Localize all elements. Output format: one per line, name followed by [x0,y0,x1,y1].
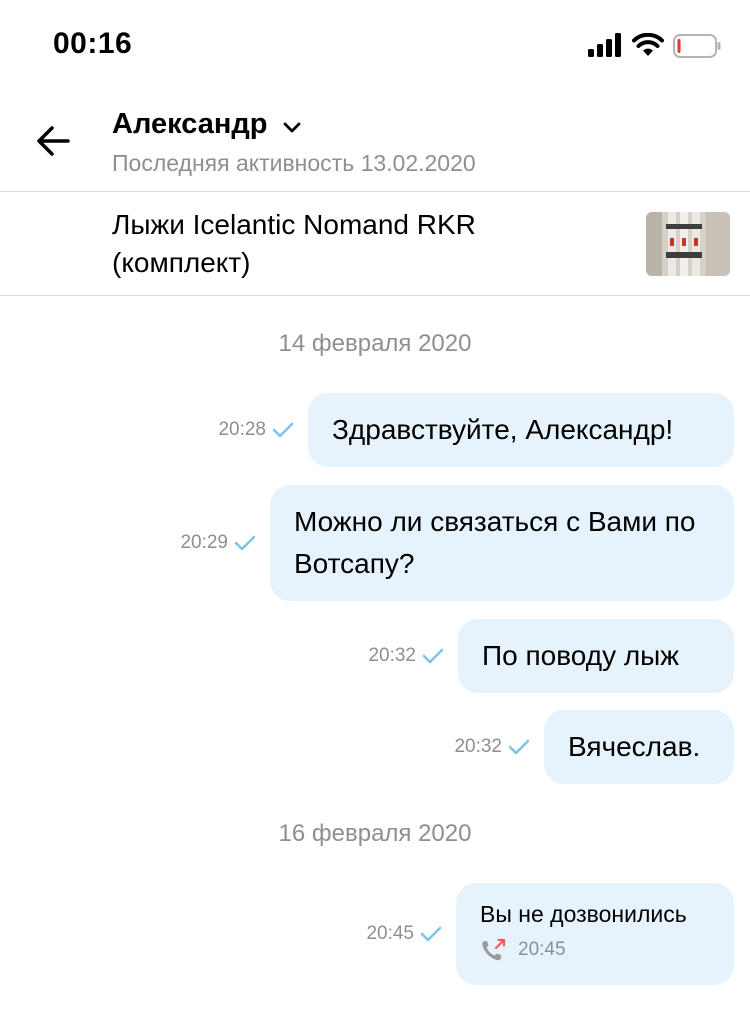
read-check-icon [420,926,442,942]
back-arrow-icon[interactable] [32,120,80,162]
battery-low-icon [673,34,721,58]
message-row: 20:29 Можно ли связаться с Вами по Вотса… [180,485,734,601]
read-check-icon [508,739,530,755]
message-meta: 20:32 [454,736,530,758]
message-row: 20:32 По поводу лыж [368,619,734,693]
message-meta: 20:32 [368,645,444,667]
missed-call-bubble[interactable]: Вы не дозвонились 20:45 [456,883,734,985]
call-details: 20:45 [480,937,710,963]
message-time: 20:32 [454,736,502,757]
listing-card[interactable]: Лыжи Icelantic Nomand RKR (комплект) [0,192,750,296]
chevron-down-icon[interactable] [282,120,302,136]
message-row: 20:45 Вы не дозвонились 20:45 [366,883,734,985]
listing-thumbnail[interactable] [646,212,730,276]
read-check-icon [422,648,444,664]
message-meta: 20:29 [180,532,256,554]
message-bubble[interactable]: Здравствуйте, Александр! [308,393,734,467]
message-bubble[interactable]: Вячеслав. [544,710,734,784]
wifi-icon [632,33,664,56]
message-time: 20:29 [180,532,228,553]
call-status-text: Вы не дозвонились [480,901,687,927]
last-seen-status: Последняя активность 13.02.2020 [112,150,476,176]
read-check-icon [272,422,294,438]
message-time: 20:28 [218,419,266,440]
message-meta: 20:28 [218,419,294,441]
read-check-icon [234,535,256,551]
message-row: 20:32 Вячеслав. [454,710,734,784]
missed-call-icon [482,938,506,961]
date-separator: 14 февраля 2020 [278,330,472,357]
date-separator: 16 февраля 2020 [278,820,472,847]
listing-title: Лыжи Icelantic Nomand RKR (комплект) [112,209,476,278]
message-time: 20:45 [366,923,414,944]
contact-name[interactable]: Александр [112,108,268,141]
status-bar: 00:16 [0,0,750,90]
chat-header: Александр Последняя активность 13.02.202… [0,90,750,192]
call-time: 20:45 [518,939,566,960]
status-time: 00:16 [53,27,133,60]
message-bubble[interactable]: Можно ли связаться с Вами по Вотсапу? [270,485,734,601]
message-bubble[interactable]: По поводу лыж [458,619,734,693]
message-row: 20:28 Здравствуйте, Александр! [218,393,734,467]
message-time: 20:32 [368,645,416,666]
message-meta: 20:45 [366,923,442,945]
cellular-signal-icon [588,33,621,57]
